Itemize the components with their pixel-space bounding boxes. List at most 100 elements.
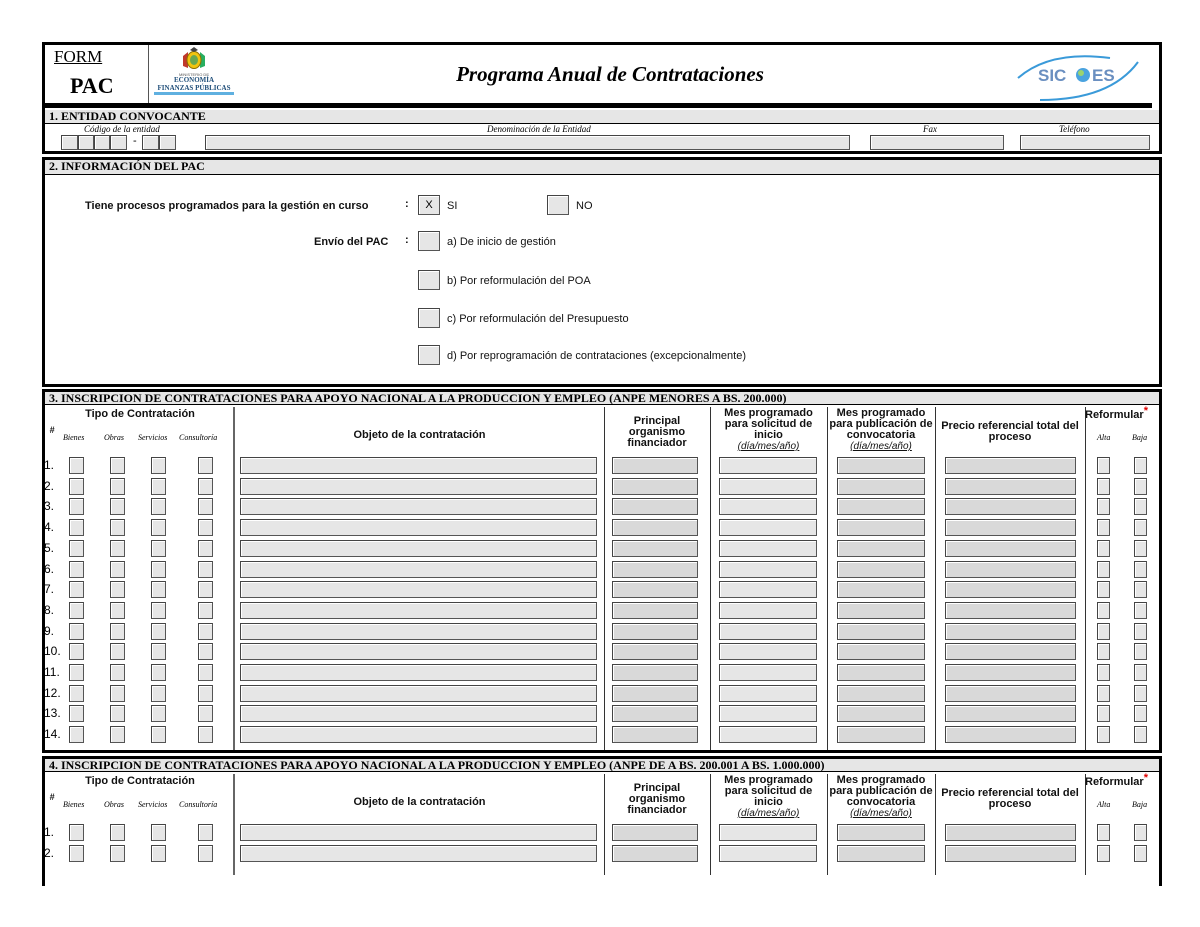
row-checkbox-servicios[interactable]: [151, 845, 166, 862]
row-checkbox-alta[interactable]: [1097, 726, 1110, 743]
row-objeto-input[interactable]: [240, 540, 597, 557]
row-objeto-input[interactable]: [240, 561, 597, 578]
row-mes-solicitud-input[interactable]: [719, 705, 817, 722]
row-checkbox-bienes[interactable]: [69, 705, 84, 722]
row-checkbox-bienes[interactable]: [69, 726, 84, 743]
row-organismo-input[interactable]: [612, 540, 698, 557]
row-checkbox-servicios[interactable]: [151, 561, 166, 578]
row-mes-publicacion-input[interactable]: [837, 498, 925, 515]
row-checkbox-alta[interactable]: [1097, 561, 1110, 578]
codigo-digit-1[interactable]: [61, 135, 78, 150]
row-checkbox-consultoria[interactable]: [198, 623, 213, 640]
row-mes-publicacion-input[interactable]: [837, 664, 925, 681]
row-checkbox-consultoria[interactable]: [198, 664, 213, 681]
codigo-digit-4[interactable]: [110, 135, 127, 150]
row-precio-input[interactable]: [945, 540, 1076, 557]
row-checkbox-obras[interactable]: [110, 519, 125, 536]
row-mes-publicacion-input[interactable]: [837, 845, 925, 862]
row-checkbox-baja[interactable]: [1134, 685, 1147, 702]
row-checkbox-consultoria[interactable]: [198, 540, 213, 557]
row-mes-publicacion-input[interactable]: [837, 581, 925, 598]
envio-option-a-checkbox[interactable]: [418, 231, 440, 251]
row-mes-solicitud-input[interactable]: [719, 664, 817, 681]
row-checkbox-bienes[interactable]: [69, 664, 84, 681]
row-organismo-input[interactable]: [612, 602, 698, 619]
row-checkbox-servicios[interactable]: [151, 726, 166, 743]
row-precio-input[interactable]: [945, 478, 1076, 495]
row-mes-solicitud-input[interactable]: [719, 726, 817, 743]
row-precio-input[interactable]: [945, 602, 1076, 619]
row-checkbox-alta[interactable]: [1097, 478, 1110, 495]
row-organismo-input[interactable]: [612, 478, 698, 495]
row-checkbox-baja[interactable]: [1134, 705, 1147, 722]
row-checkbox-baja[interactable]: [1134, 457, 1147, 474]
row-checkbox-consultoria[interactable]: [198, 498, 213, 515]
row-precio-input[interactable]: [945, 685, 1076, 702]
row-checkbox-consultoria[interactable]: [198, 705, 213, 722]
row-precio-input[interactable]: [945, 664, 1076, 681]
row-checkbox-consultoria[interactable]: [198, 561, 213, 578]
row-organismo-input[interactable]: [612, 824, 698, 841]
row-checkbox-consultoria[interactable]: [198, 602, 213, 619]
row-objeto-input[interactable]: [240, 519, 597, 536]
row-mes-solicitud-input[interactable]: [719, 602, 817, 619]
row-mes-solicitud-input[interactable]: [719, 561, 817, 578]
row-precio-input[interactable]: [945, 845, 1076, 862]
row-checkbox-alta[interactable]: [1097, 498, 1110, 515]
row-mes-publicacion-input[interactable]: [837, 705, 925, 722]
row-organismo-input[interactable]: [612, 581, 698, 598]
no-checkbox[interactable]: [547, 195, 569, 215]
row-objeto-input[interactable]: [240, 457, 597, 474]
row-objeto-input[interactable]: [240, 845, 597, 862]
row-organismo-input[interactable]: [612, 845, 698, 862]
row-objeto-input[interactable]: [240, 602, 597, 619]
row-mes-solicitud-input[interactable]: [719, 540, 817, 557]
envio-option-b-checkbox[interactable]: [418, 270, 440, 290]
row-organismo-input[interactable]: [612, 685, 698, 702]
row-precio-input[interactable]: [945, 705, 1076, 722]
row-checkbox-consultoria[interactable]: [198, 726, 213, 743]
row-objeto-input[interactable]: [240, 643, 597, 660]
row-checkbox-bienes[interactable]: [69, 498, 84, 515]
row-precio-input[interactable]: [945, 457, 1076, 474]
codigo-digit-5[interactable]: [142, 135, 159, 150]
row-checkbox-consultoria[interactable]: [198, 519, 213, 536]
row-mes-publicacion-input[interactable]: [837, 457, 925, 474]
row-checkbox-alta[interactable]: [1097, 581, 1110, 598]
row-checkbox-obras[interactable]: [110, 705, 125, 722]
row-mes-solicitud-input[interactable]: [719, 685, 817, 702]
codigo-digit-2[interactable]: [78, 135, 94, 150]
row-checkbox-servicios[interactable]: [151, 540, 166, 557]
row-organismo-input[interactable]: [612, 561, 698, 578]
row-checkbox-servicios[interactable]: [151, 581, 166, 598]
row-mes-solicitud-input[interactable]: [719, 623, 817, 640]
row-organismo-input[interactable]: [612, 705, 698, 722]
row-mes-solicitud-input[interactable]: [719, 498, 817, 515]
row-organismo-input[interactable]: [612, 726, 698, 743]
row-checkbox-servicios[interactable]: [151, 623, 166, 640]
row-checkbox-baja[interactable]: [1134, 581, 1147, 598]
row-checkbox-servicios[interactable]: [151, 824, 166, 841]
row-checkbox-bienes[interactable]: [69, 478, 84, 495]
row-objeto-input[interactable]: [240, 581, 597, 598]
row-checkbox-alta[interactable]: [1097, 519, 1110, 536]
row-checkbox-baja[interactable]: [1134, 498, 1147, 515]
row-checkbox-obras[interactable]: [110, 623, 125, 640]
row-organismo-input[interactable]: [612, 498, 698, 515]
row-checkbox-alta[interactable]: [1097, 824, 1110, 841]
row-mes-solicitud-input[interactable]: [719, 457, 817, 474]
denominacion-input[interactable]: [205, 135, 850, 150]
codigo-digit-3[interactable]: [94, 135, 110, 150]
row-checkbox-obras[interactable]: [110, 845, 125, 862]
row-checkbox-bienes[interactable]: [69, 602, 84, 619]
row-checkbox-alta[interactable]: [1097, 602, 1110, 619]
row-checkbox-bienes[interactable]: [69, 561, 84, 578]
row-mes-solicitud-input[interactable]: [719, 845, 817, 862]
row-objeto-input[interactable]: [240, 824, 597, 841]
row-checkbox-servicios[interactable]: [151, 478, 166, 495]
row-checkbox-servicios[interactable]: [151, 643, 166, 660]
row-checkbox-alta[interactable]: [1097, 643, 1110, 660]
row-checkbox-servicios[interactable]: [151, 519, 166, 536]
row-checkbox-servicios[interactable]: [151, 685, 166, 702]
row-precio-input[interactable]: [945, 623, 1076, 640]
